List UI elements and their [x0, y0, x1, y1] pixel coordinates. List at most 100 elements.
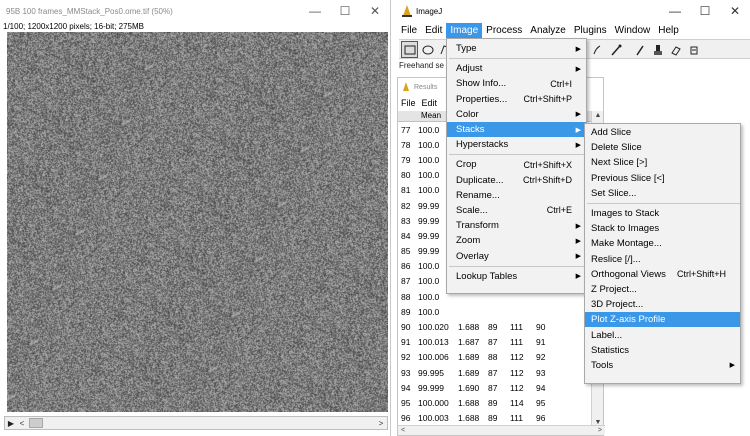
submenu-arrow-icon: ▶ — [729, 362, 735, 370]
table-row[interactable]: 90 100.020 1.688 89 111 90 — [398, 319, 592, 334]
minimize-button[interactable]: — — [300, 0, 330, 22]
menu-item-zoom[interactable]: Zoom ▶ — [447, 233, 586, 248]
close-button[interactable]: ✕ — [720, 0, 750, 22]
close-button[interactable]: ✕ — [360, 0, 390, 22]
menu-item-color[interactable]: Color ▶ — [447, 107, 586, 122]
menu-edit[interactable]: Edit — [421, 23, 446, 38]
table-cell: 111 — [510, 413, 523, 424]
submenu-arrow-icon: ▶ — [575, 253, 581, 261]
submenu-item-stack-to-images[interactable]: Stack to Images — [585, 221, 740, 236]
slice-scrollbar[interactable]: ▶ < > — [4, 416, 388, 430]
table-cell: 111 — [510, 322, 523, 333]
fill-tool-icon[interactable] — [685, 41, 702, 58]
submenu-item-delete-slice[interactable]: Delete Slice — [585, 140, 740, 155]
noise-image[interactable] — [7, 32, 388, 412]
results-titlebar[interactable]: Results — [398, 78, 437, 96]
submenu-item-reslice[interactable]: Reslice [/]... — [585, 252, 740, 267]
table-row[interactable]: 94 99.999 1.690 87 112 94 — [398, 380, 592, 395]
menu-plugins[interactable]: Plugins — [570, 23, 611, 38]
wand-tool-icon[interactable] — [589, 41, 606, 58]
table-cell: 99.999 — [418, 382, 444, 393]
menu-file[interactable]: File — [397, 23, 421, 38]
table-cell: 87 — [488, 337, 498, 348]
menu-item-label: Zoom — [456, 235, 481, 247]
menu-item-rename[interactable]: Rename... — [447, 188, 586, 203]
table-cell: 1.688 — [458, 413, 480, 424]
menu-item-label: Lookup Tables — [456, 270, 518, 282]
table-cell: 112 — [510, 382, 524, 393]
eraser-tool-icon[interactable] — [667, 41, 684, 58]
submenu-item-3d-project[interactable]: 3D Project... — [585, 297, 740, 312]
stack-image-canvas[interactable] — [7, 32, 388, 412]
submenu-item-orthogonal-views[interactable]: Orthogonal Views Ctrl+Shift+H — [585, 267, 740, 282]
submenu-item-add-slice[interactable]: Add Slice — [585, 125, 740, 140]
play-icon[interactable]: ▶ — [5, 419, 17, 428]
menu-image[interactable]: Image — [446, 23, 483, 38]
menu-item-duplicate[interactable]: Duplicate... Ctrl+Shift+D — [447, 173, 586, 188]
row-number: 94 — [401, 382, 411, 393]
menu-item-transform[interactable]: Transform ▶ — [447, 218, 586, 233]
table-row[interactable]: 91 100.013 1.687 87 111 91 — [398, 335, 592, 350]
submenu-item-z-project[interactable]: Z Project... — [585, 282, 740, 297]
stacks-submenu: Add Slice Delete Slice Next Slice [>] Previ… — [584, 123, 741, 384]
imagej-logo-icon — [402, 5, 412, 17]
scroll-right-icon[interactable]: > — [595, 427, 605, 434]
submenu-item-previous-slice[interactable]: Previous Slice [<] — [585, 171, 740, 186]
pencil-tool-icon[interactable] — [631, 41, 648, 58]
results-horizontal-scrollbar[interactable]: < > — [398, 425, 605, 435]
menu-item-stacks[interactable]: Stacks ▶ — [447, 121, 586, 138]
menu-item-shortcut: Ctrl+Shift+P — [523, 94, 572, 105]
menu-separator — [587, 202, 740, 204]
submenu-item-plot-z-axis-profile[interactable]: Plot Z-axis Profile — [585, 312, 740, 328]
table-row[interactable]: 93 99.995 1.689 87 112 93 — [398, 365, 592, 380]
menu-item-show-info[interactable]: Show Info... Ctrl+I — [447, 76, 586, 91]
table-row[interactable]: 95 100.000 1.688 89 114 95 — [398, 395, 592, 410]
menu-item-crop[interactable]: Crop Ctrl+Shift+X — [447, 157, 586, 172]
brush-tool-icon[interactable] — [649, 41, 666, 58]
scroll-left-icon[interactable]: < — [398, 427, 408, 434]
submenu-item-statistics[interactable]: Statistics — [585, 343, 740, 358]
dropper-tool-icon[interactable] — [607, 41, 624, 58]
scroll-right-icon[interactable]: > — [375, 419, 387, 428]
scroll-up-icon[interactable]: ▲ — [592, 112, 604, 119]
menu-analyze[interactable]: Analyze — [526, 23, 570, 38]
results-menu-edit[interactable]: Edit — [419, 98, 441, 108]
oval-tool-icon[interactable] — [419, 41, 436, 58]
row-number: 85 — [401, 246, 411, 257]
row-number: 81 — [401, 185, 411, 196]
table-cell: 94 — [536, 382, 546, 393]
submenu-item-label[interactable]: Label... — [585, 327, 740, 342]
menu-process[interactable]: Process — [482, 23, 526, 38]
rectangle-tool-icon[interactable] — [401, 41, 418, 58]
menu-help[interactable]: Help — [654, 23, 683, 38]
maximize-button[interactable]: ☐ — [690, 0, 720, 22]
row-number: 88 — [401, 291, 411, 302]
submenu-item-images-to-stack[interactable]: Images to Stack — [585, 206, 740, 221]
maximize-button[interactable]: ☐ — [330, 0, 360, 22]
scroll-left-icon[interactable]: < — [17, 419, 27, 428]
menu-item-overlay[interactable]: Overlay ▶ — [447, 248, 586, 263]
submenu-item-tools[interactable]: Tools ▶ — [585, 358, 740, 373]
submenu-item-next-slice[interactable]: Next Slice [>] — [585, 155, 740, 170]
menu-item-type[interactable]: Type ▶ — [447, 41, 586, 56]
results-menu-file[interactable]: File — [398, 98, 419, 108]
table-row[interactable]: 96 100.003 1.688 89 111 96 — [398, 411, 592, 426]
submenu-item-make-montage[interactable]: Make Montage... — [585, 236, 740, 251]
menubar: File Edit Image Process Analyze Plugins … — [397, 23, 683, 38]
row-number: 93 — [401, 367, 411, 378]
minimize-button[interactable]: — — [660, 0, 690, 22]
stack-window-title: 95B 100 frames_MMStack_Pos0.ome.tif (50%… — [6, 6, 173, 16]
menu-item-adjust[interactable]: Adjust ▶ — [447, 61, 586, 76]
row-number: 84 — [401, 230, 411, 241]
table-row[interactable]: 89 100.0 — [398, 304, 592, 319]
submenu-item-set-slice[interactable]: Set Slice... — [585, 186, 740, 201]
slice-scroll-thumb[interactable] — [29, 418, 43, 428]
table-row[interactable]: 92 100.006 1.689 88 112 92 — [398, 350, 592, 365]
menu-item-scale[interactable]: Scale... Ctrl+E — [447, 203, 586, 218]
menu-separator — [449, 154, 586, 156]
menu-item-properties[interactable]: Properties... Ctrl+Shift+P — [447, 92, 586, 107]
menu-window[interactable]: Window — [611, 23, 655, 38]
menu-item-lookup-tables[interactable]: Lookup Tables ▶ — [447, 269, 586, 284]
menu-item-hyperstacks[interactable]: Hyperstacks ▶ — [447, 137, 586, 152]
row-number: 89 — [401, 306, 411, 317]
